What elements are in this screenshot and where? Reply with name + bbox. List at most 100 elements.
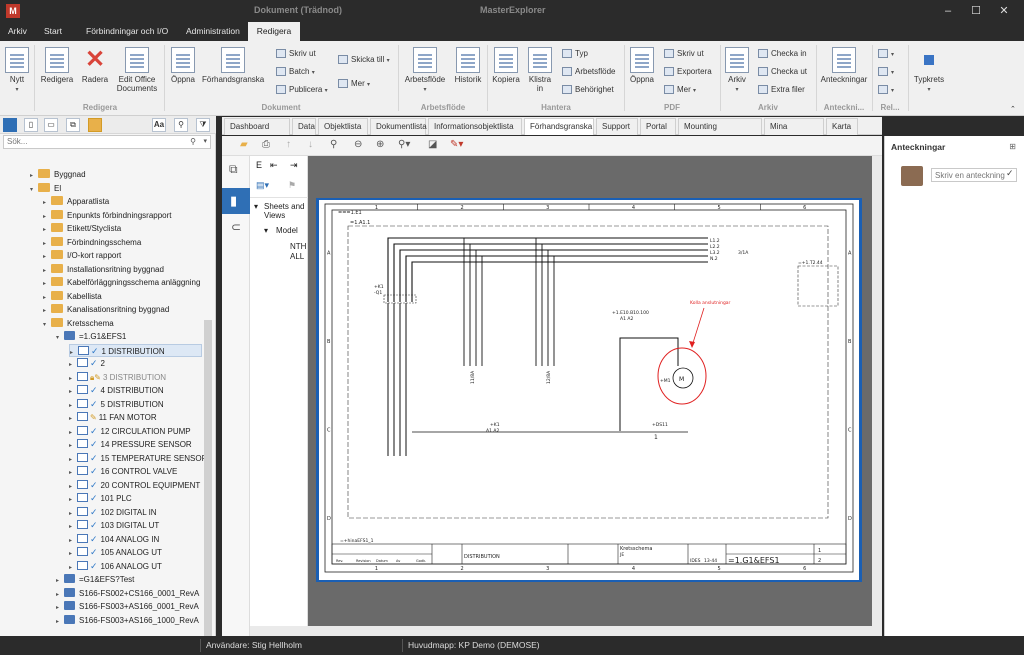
close-window-button[interactable]: ✕ [994, 3, 1014, 19]
tree-item[interactable]: ▸ S166-FS003+AS166_1000_RevA [56, 614, 199, 628]
tree-item[interactable]: ▸ ✓ 106 ANALOG UT [69, 560, 162, 574]
document-icon[interactable]: ▯ [24, 118, 38, 132]
tab-arkiv[interactable]: Arkiv [2, 22, 33, 41]
tree-item[interactable]: ▸ ✓ 4 DISTRIBUTION [69, 384, 164, 398]
tree-item[interactable]: ▸ Kanalisationsritning byggnad [43, 303, 169, 317]
tree-item[interactable]: ▸ S166-FS003+AS166_0001_RevA [56, 600, 199, 614]
tree-item[interactable]: ▸ Kabelförläggningsschema anläggning [43, 276, 200, 290]
pen-icon[interactable]: ✎▾ [450, 139, 463, 150]
relation-1-button[interactable]: ▾ [878, 47, 894, 61]
copy-button[interactable]: Kopiera [491, 47, 521, 84]
search-input[interactable]: Sök... ⚲ ▾ [3, 135, 211, 149]
relation-3-button[interactable]: ▾ [878, 83, 894, 97]
chevron-down-icon[interactable]: ▾ [264, 226, 268, 235]
tree-item[interactable]: ▸ Kabellista [43, 290, 102, 304]
tab-forbindningar[interactable]: Förbindningar och I/O [80, 22, 174, 41]
print-button[interactable]: Skriv ut [276, 47, 316, 61]
bookmark-tab-active[interactable]: ▮ [222, 188, 250, 214]
notes-button[interactable]: Anteckningar [820, 47, 868, 84]
binoculars-icon[interactable]: ⚲ [174, 118, 188, 132]
tree-item[interactable]: ▸ Byggnad [30, 168, 86, 182]
delete-button[interactable]: ✕ Radera [80, 47, 110, 85]
preview-button[interactable]: Förhandsgranska [202, 47, 264, 84]
tree-item[interactable]: ▸ ✓ 20 CONTROL EQUIPMENT [69, 479, 200, 493]
bookmark-sheets-views[interactable]: Sheets and Views [264, 202, 308, 220]
history-button[interactable]: Historik [452, 47, 484, 84]
tree-view-icon[interactable] [3, 118, 17, 132]
tab-data[interactable]: Data [292, 118, 316, 135]
tree-item[interactable]: ▾ El [30, 182, 61, 196]
arrow-up-icon[interactable]: ↑ [286, 139, 291, 150]
submit-note-icon[interactable]: ✓ [1006, 168, 1014, 179]
tab-dashboard[interactable]: Dashboard [224, 118, 290, 135]
pin-icon[interactable]: ⊞ [1009, 142, 1016, 151]
tab-dokumentlista[interactable]: Dokumentlista [370, 118, 427, 135]
paste-button[interactable]: Klistra in [526, 47, 554, 93]
check-in-button[interactable]: Checka in [758, 47, 807, 61]
tree-item[interactable]: ▸ S166-FS002+CS166_0001_RevA [56, 587, 199, 601]
tab-administration[interactable]: Administration [180, 22, 246, 41]
tree-item[interactable]: ▸ ✓ 14 PRESSURE SENSOR [69, 438, 192, 452]
more-button[interactable]: Mer ▾ [338, 77, 370, 91]
bookmark-all[interactable]: ALL [290, 252, 304, 261]
tree-item[interactable]: ▾ =1.G1&EFS1 [56, 330, 126, 344]
find-icon[interactable]: ⚲ [330, 139, 337, 150]
export-button[interactable]: Exportera [664, 65, 712, 79]
tab-informationsobjektlista[interactable]: Informationsobjektlista [428, 118, 522, 135]
pages-icon[interactable]: ⧉ [229, 162, 238, 177]
tree-item[interactable]: ▸ ✓ 102 DIGITAL IN [69, 506, 157, 520]
minimize-button[interactable]: – [938, 3, 958, 19]
open-pdf-button[interactable]: Öppna [628, 47, 656, 84]
tab-start[interactable]: Start [38, 22, 68, 41]
workflow-small-button[interactable]: Arbetsflöde [562, 65, 615, 79]
open-button[interactable]: Öppna [168, 47, 198, 84]
bookmark-model[interactable]: Model [276, 226, 298, 235]
bookmark-add-icon[interactable]: ⚑ [288, 180, 296, 191]
tree-item[interactable]: ▸ ✓ 104 ANALOG IN [69, 533, 159, 547]
tree-item[interactable]: ▸ ✓ 12 CIRCULATION PUMP [69, 425, 191, 439]
tab-objektlista[interactable]: Objektlista [318, 118, 368, 135]
tree-item[interactable]: ▸ Installationsritning byggnad [43, 263, 164, 277]
folder-icon[interactable] [88, 118, 102, 132]
workflow-button[interactable]: Arbetsflöde ▾ [402, 47, 448, 95]
chevron-right-icon[interactable]: ▸ [56, 616, 64, 630]
chevron-down-icon[interactable]: ▾ [203, 136, 207, 148]
collapse-right-icon[interactable]: ⇥ [290, 160, 298, 171]
zoom-icon[interactable]: ⚲▾ [398, 139, 410, 150]
more-pdf-button[interactable]: Mer ▾ [664, 83, 696, 97]
edit-office-button[interactable]: Edit Office Documents [114, 47, 160, 93]
zoom-in-icon[interactable]: ⊕ [376, 139, 384, 150]
tab-mina-uppgifter[interactable]: Mina uppgifter [764, 118, 824, 147]
copy-doc-icon[interactable]: ⧉ [66, 118, 80, 132]
maximize-button[interactable]: ☐ [966, 3, 986, 19]
chevron-down-icon[interactable]: ▾ [30, 184, 38, 198]
horizontal-scrollbar[interactable] [250, 626, 872, 636]
new-button[interactable]: Nytt ▾ [4, 47, 30, 95]
tree-item[interactable]: ▸ Enpunkts förbindningsrapport [43, 209, 172, 223]
tree-item[interactable]: ▸ ✎ 11 FAN MOTOR [69, 411, 157, 425]
drawing-canvas[interactable]: 1 1 2 2 3 3 4 4 5 5 6 6 A A B B C C D D ===1.E1 =1.A1.1 L1… [308, 156, 872, 626]
tab-förhandsgranska[interactable]: Förhandsgranska [524, 118, 594, 135]
tab-portal[interactable]: Portal [640, 118, 676, 135]
type-button[interactable]: Typ [562, 47, 588, 61]
tab-mounting-calculation[interactable]: Mounting Calculation [678, 118, 762, 147]
tree-item[interactable]: ▸ ✓ 103 DIGITAL UT [69, 519, 159, 533]
archive-button[interactable]: Arkiv ▾ [724, 47, 750, 95]
type-circuit-button[interactable]: Typkrets ▾ [912, 47, 946, 95]
tree-item[interactable]: ▸ ✓ 1 DISTRIBUTION [69, 343, 202, 357]
expand-icon[interactable]: E [256, 160, 262, 170]
tree-item[interactable]: ▸ ✓ 2 [69, 357, 105, 371]
tree-scrollbar[interactable] [204, 320, 212, 638]
collapse-left-icon[interactable]: ⇤ [270, 160, 278, 171]
send-to-button[interactable]: Skicka till ▾ [338, 53, 390, 67]
tree-item[interactable]: ▸ I/O-kort rapport [43, 249, 121, 263]
tab-redigera[interactable]: Redigera [248, 22, 300, 41]
print-icon[interactable]: ⎙ [262, 139, 270, 150]
tree-item[interactable]: ▾ Kretsschema [43, 317, 114, 331]
arrow-down-icon[interactable]: ↓ [308, 139, 313, 150]
chevron-down-icon[interactable]: ▾ [254, 202, 258, 211]
tree-item[interactable]: ▸ Etikett/Styclista [43, 222, 121, 236]
tree-item[interactable]: ▸ ✓ 105 ANALOG UT [69, 546, 162, 560]
tree-item[interactable]: ▸ Apparatlista [43, 195, 109, 209]
vertical-scrollbar[interactable] [872, 156, 882, 636]
